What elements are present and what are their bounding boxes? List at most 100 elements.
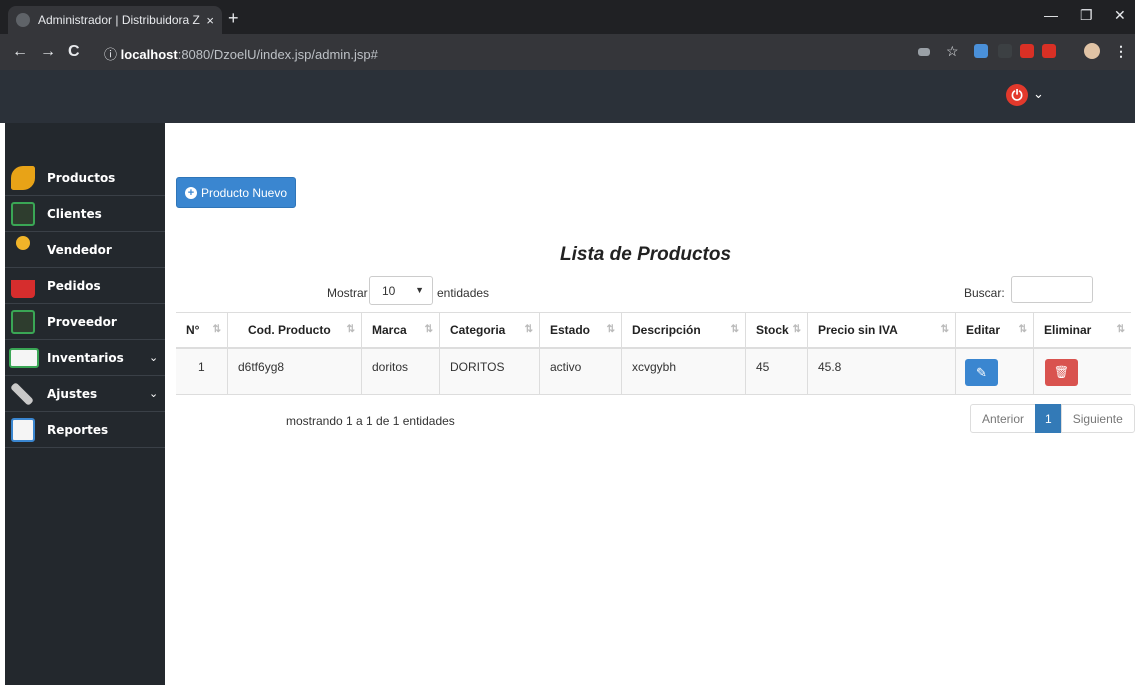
- sidebar-item-label: Clientes: [47, 206, 102, 221]
- profile-avatar[interactable]: [1084, 43, 1100, 59]
- sort-icon: ⇅: [212, 324, 221, 335]
- client-icon: [11, 202, 35, 226]
- cell-num: 1: [176, 349, 228, 394]
- supplier-icon: [11, 310, 35, 334]
- length-suffix: entidades: [437, 286, 490, 300]
- header-label: Precio sin IVA: [818, 323, 898, 337]
- sidebar-item-clientes[interactable]: Clientes: [5, 196, 165, 232]
- maximize-button[interactable]: ❐: [1080, 7, 1093, 24]
- page-title: Lista de Productos: [560, 244, 732, 265]
- forward-arrow-icon[interactable]: →: [40, 43, 56, 61]
- header-num[interactable]: N° ⇅: [176, 313, 228, 347]
- sort-icon: ⇅: [606, 324, 615, 335]
- cell-marca: doritos: [362, 349, 440, 394]
- sidebar-item-inventarios[interactable]: Inventarios ⌄: [5, 340, 165, 376]
- header-precio[interactable]: Precio sin IVA ⇅: [808, 313, 956, 347]
- sidebar-item-ajustes[interactable]: Ajustes ⌄: [5, 376, 165, 412]
- menu-kebab-icon[interactable]: ⋮: [1114, 43, 1128, 59]
- table-row: 1 d6tf6yg8 doritos DORITOS activo xcvgyb…: [176, 349, 1131, 395]
- sidebar-item-vendedor[interactable]: Vendedor: [5, 232, 165, 268]
- table-info: mostrando 1 a 1 de 1 entidades: [286, 414, 455, 428]
- sort-icon: ⇅: [940, 324, 949, 335]
- header-label: Estado: [550, 323, 591, 337]
- sidebar-item-label: Vendedor: [47, 242, 112, 257]
- user-menu-chevron-icon[interactable]: ⌄: [1033, 86, 1044, 102]
- extension-cube-icon[interactable]: [974, 44, 988, 58]
- cell-descripcion: xcvgybh: [622, 349, 746, 394]
- tab-title: Administrador | Distribuidora ZO: [38, 13, 201, 27]
- new-product-button[interactable]: + Producto Nuevo: [176, 177, 296, 208]
- back-arrow-icon[interactable]: ←: [12, 43, 28, 61]
- header-editar[interactable]: Editar ⇅: [956, 313, 1034, 347]
- header-descripcion[interactable]: Descripción ⇅: [622, 313, 746, 347]
- sidebar-item-reportes[interactable]: Reportes: [5, 412, 165, 448]
- new-tab-button[interactable]: +: [228, 8, 239, 29]
- wheat-icon: [11, 166, 35, 190]
- chevron-down-icon: ⌄: [149, 388, 159, 400]
- header-categoria[interactable]: Categoria ⇅: [440, 313, 540, 347]
- header-cod-producto[interactable]: Cod. Producto ⇅: [228, 313, 362, 347]
- header-estado[interactable]: Estado ⇅: [540, 313, 622, 347]
- cell-editar: ✎: [956, 349, 1034, 394]
- tools-icon: [9, 381, 35, 407]
- entries-per-page-value: 10: [382, 283, 396, 298]
- sidebar-item-label: Productos: [47, 170, 116, 185]
- sidebar-item-label: Inventarios: [47, 350, 124, 365]
- cell-stock: 45: [746, 349, 808, 394]
- key-icon[interactable]: [918, 48, 930, 56]
- new-product-label: Producto Nuevo: [200, 185, 288, 200]
- sort-icon: ⇅: [524, 324, 533, 335]
- extension-red-icon-2[interactable]: [1042, 44, 1056, 58]
- cell-estado: activo: [540, 349, 622, 394]
- star-icon[interactable]: ☆: [946, 43, 960, 59]
- cell-eliminar: 🗑: [1034, 349, 1131, 394]
- length-label: Mostrar: [327, 286, 368, 300]
- sort-icon: ⇅: [1116, 324, 1125, 335]
- extension-recycle-icon[interactable]: [998, 44, 1012, 58]
- header-stock[interactable]: Stock ⇅: [746, 313, 808, 347]
- header-label: Marca: [372, 323, 407, 337]
- tab-close-icon[interactable]: ×: [206, 13, 214, 28]
- entries-per-page-select[interactable]: 10 ▼: [369, 276, 433, 305]
- sidebar-item-label: Ajustes: [47, 386, 98, 401]
- header-label: Editar: [966, 323, 1001, 337]
- close-window-button[interactable]: ✕: [1114, 7, 1126, 24]
- search-input[interactable]: [1011, 276, 1093, 303]
- plus-circle-icon: +: [184, 186, 197, 199]
- favicon-icon: [16, 13, 30, 27]
- minimize-button[interactable]: —: [1044, 7, 1058, 23]
- address-bar: ← → C ⓘ localhost:8080/DzoelU/index.jsp/…: [0, 34, 1135, 70]
- sidebar-item-productos[interactable]: Productos: [5, 160, 165, 196]
- inventory-icon: [9, 348, 39, 368]
- pagination-page-1[interactable]: 1: [1035, 404, 1062, 433]
- header-eliminar[interactable]: Eliminar ⇅: [1034, 313, 1131, 347]
- chart-line-icon: [11, 418, 35, 442]
- sidebar-item-label: Pedidos: [47, 278, 101, 293]
- header-label: N°: [186, 323, 200, 337]
- header-label: Eliminar: [1044, 323, 1092, 337]
- browser-tab[interactable]: Administrador | Distribuidora ZO ×: [8, 6, 222, 34]
- url-host: localhost: [120, 47, 178, 62]
- sidebar-item-label: Reportes: [47, 422, 109, 437]
- chevron-down-icon: ⌄: [149, 352, 159, 364]
- table-header: N° ⇅ Cod. Producto ⇅ Marca ⇅ Categoria ⇅ Est…: [176, 312, 1131, 349]
- url-field[interactable]: ⓘ localhost:8080/DzoelU/index.jsp/admin.…: [104, 44, 378, 63]
- sidebar-item-proveedor[interactable]: Proveedor: [5, 304, 165, 340]
- extension-red-icon[interactable]: [1020, 44, 1034, 58]
- search-label: Buscar:: [964, 286, 1005, 300]
- power-icon[interactable]: ⏻: [1006, 84, 1028, 106]
- basket-icon: [11, 280, 35, 298]
- delete-trash-icon[interactable]: 🗑: [1045, 359, 1078, 386]
- pagination-next[interactable]: Siguiente: [1060, 404, 1135, 433]
- pagination-previous[interactable]: Anterior: [970, 404, 1037, 433]
- reload-icon[interactable]: C: [68, 43, 80, 61]
- sort-icon: ⇅: [424, 324, 433, 335]
- sort-icon: ⇅: [1018, 324, 1027, 335]
- header-label: Stock: [756, 323, 789, 337]
- info-icon: ⓘ: [104, 47, 118, 62]
- edit-pencil-icon[interactable]: ✎: [965, 359, 998, 386]
- cell-precio: 45.8: [808, 349, 956, 394]
- header-marca[interactable]: Marca ⇅: [362, 313, 440, 347]
- sidebar-item-pedidos[interactable]: Pedidos: [5, 268, 165, 304]
- cell-cod-producto: d6tf6yg8: [228, 349, 362, 394]
